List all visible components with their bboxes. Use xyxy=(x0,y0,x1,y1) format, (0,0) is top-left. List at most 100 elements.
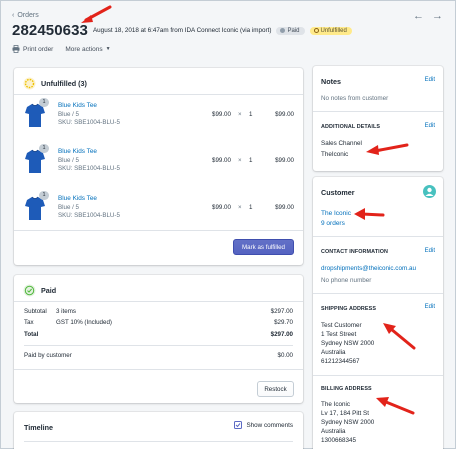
product-sku: SKU: SBE1004-BLU-5 xyxy=(58,119,120,126)
billing-address: The Iconic Lv 17, 184 Pitt St Sydney NSW… xyxy=(321,400,374,445)
previous-order-arrow-icon[interactable]: ← xyxy=(413,10,424,22)
printer-icon xyxy=(12,45,20,53)
quantity-badge: 1 xyxy=(39,144,49,153)
multiply-sign: × xyxy=(238,157,242,164)
unfulfilled-dot-icon xyxy=(313,28,319,33)
mark-as-fulfilled-button[interactable]: Mark as fulfilled xyxy=(233,239,294,255)
total-row: Total $297.00 xyxy=(24,331,293,340)
tax-label: Tax xyxy=(24,319,34,326)
divider xyxy=(14,301,303,302)
line-total: $99.00 xyxy=(275,204,294,211)
timeline-card: Timeline Show comments xyxy=(14,412,303,449)
show-comments-label: Show comments xyxy=(246,421,293,429)
multiply-sign: × xyxy=(238,111,242,118)
divider xyxy=(313,293,443,294)
paid-by-customer-row: Paid by customer $0.00 xyxy=(24,352,293,361)
unfulfilled-badge-label: Unfulfilled xyxy=(320,27,347,34)
unit-price: $99.00 xyxy=(212,204,231,211)
shipping-address-title: SHIPPING ADDRESS xyxy=(321,306,377,312)
product-variant: Blue / 5 xyxy=(58,204,79,211)
print-order-label: Print order xyxy=(23,45,54,53)
timeline-title: Timeline xyxy=(24,423,54,432)
sales-channel-label: Sales Channel xyxy=(321,140,362,147)
line-item: 1 Blue Kids Tee Blue / 5 SKU: SBE1004-BL… xyxy=(24,191,294,224)
product-link[interactable]: Blue Kids Tee xyxy=(58,148,97,155)
back-to-orders-link[interactable]: ‹ Orders xyxy=(12,12,39,19)
address-line: Sydney NSW 2000 xyxy=(321,340,375,347)
order-number: 282450633 xyxy=(12,22,88,39)
line-item: 1 Blue Kids Tee Blue / 5 SKU: SBE1004-BL… xyxy=(24,144,294,177)
line-item: 1 Blue Kids Tee Blue / 5 SKU: SBE1004-BL… xyxy=(24,98,294,131)
divider xyxy=(313,111,443,112)
check-circle-icon xyxy=(23,284,36,297)
customer-name-link[interactable]: The Iconic xyxy=(321,210,351,217)
billing-address-title: BILLING ADDRESS xyxy=(321,386,372,392)
print-order-button[interactable]: Print order xyxy=(12,45,53,53)
paid-badge-label: Paid xyxy=(287,27,300,34)
notes-edit-link[interactable]: Edit xyxy=(425,77,435,83)
multiply-sign: × xyxy=(238,204,242,211)
tax-description: GST 10% (Included) xyxy=(56,319,112,326)
paid-header: Paid xyxy=(23,284,56,297)
quantity-badge: 1 xyxy=(39,98,49,107)
unfulfilled-title: Unfulfilled (3) xyxy=(41,79,87,88)
paid-by-value: $0.00 xyxy=(277,352,293,359)
unfulfilled-card: Unfulfilled (3) 1 Blue Kids Tee Blue / 5… xyxy=(14,68,303,265)
address-line: 1300668345 xyxy=(321,437,357,444)
unit-price: $99.00 xyxy=(212,157,231,164)
shipping-edit-link[interactable]: Edit xyxy=(425,304,435,310)
restock-button[interactable]: Restock xyxy=(257,381,294,397)
item-quantity: 1 xyxy=(249,204,253,211)
order-title-row: 282450633 August 18, 2018 at 6:47am from… xyxy=(12,22,352,39)
divider xyxy=(14,230,303,231)
address-line: 1 Test Street xyxy=(321,331,357,338)
paid-badge: Paid xyxy=(276,26,305,35)
caret-down-icon: ▼ xyxy=(105,46,111,52)
tax-row: Tax GST 10% (Included) $29.70 xyxy=(24,319,293,328)
order-navigation: ← → xyxy=(413,10,443,22)
unfulfilled-badge: Unfulfilled xyxy=(309,26,352,35)
customer-email-link[interactable]: dropshipments@theiconic.com.au xyxy=(321,265,416,272)
address-line: Sydney NSW 2000 xyxy=(321,419,375,426)
order-actions: Print order More actions ▼ xyxy=(12,45,111,53)
paid-dot-icon xyxy=(280,28,286,33)
more-actions-label: More actions xyxy=(65,45,103,53)
shipping-address: Test Customer 1 Test Street Sydney NSW 2… xyxy=(321,321,374,366)
divider xyxy=(14,369,303,370)
more-actions-dropdown[interactable]: More actions ▼ xyxy=(65,46,110,53)
customer-avatar-icon xyxy=(423,185,436,198)
payment-card: Paid Subtotal 3 items $297.00 Tax GST 10… xyxy=(14,275,303,403)
subtotal-label: Subtotal xyxy=(24,308,47,315)
notes-card: Notes Edit No notes from customer ADDITI… xyxy=(313,66,443,171)
divider xyxy=(313,236,443,237)
divider xyxy=(313,375,443,376)
customer-title: Customer xyxy=(321,188,355,197)
additional-details-title: ADDITIONAL DETAILS xyxy=(321,124,381,130)
line-total: $99.00 xyxy=(275,157,294,164)
subtotal-row: Subtotal 3 items $297.00 xyxy=(24,308,293,317)
product-link[interactable]: Blue Kids Tee xyxy=(58,195,97,202)
item-quantity: 1 xyxy=(249,111,253,118)
customer-orders-link[interactable]: 9 orders xyxy=(321,220,345,227)
contact-information-title: CONTACT INFORMATION xyxy=(321,249,388,255)
divider xyxy=(24,441,293,442)
product-sku: SKU: SBE1004-BLU-5 xyxy=(58,165,120,172)
product-link[interactable]: Blue Kids Tee xyxy=(58,102,97,109)
order-meta: August 18, 2018 at 6:47am from IDA Conne… xyxy=(92,27,272,34)
customer-phone: No phone number xyxy=(321,277,372,284)
address-line: Lv 17, 184 Pitt St xyxy=(321,410,369,417)
sales-channel-value: TheIconic xyxy=(321,151,349,158)
product-variant: Blue / 5 xyxy=(58,157,79,164)
show-comments-toggle[interactable]: Show comments xyxy=(234,421,293,429)
customer-card: Customer The Iconic 9 orders CONTACT INF… xyxy=(313,177,443,449)
additional-details-edit-link[interactable]: Edit xyxy=(425,123,435,129)
notes-title: Notes xyxy=(321,77,341,86)
checkbox-checked-icon[interactable] xyxy=(234,421,243,429)
address-line: Australia xyxy=(321,428,346,435)
tax-value: $29.70 xyxy=(274,319,293,326)
contact-edit-link[interactable]: Edit xyxy=(425,248,435,254)
back-label: Orders xyxy=(17,12,39,19)
next-order-arrow-icon[interactable]: → xyxy=(432,10,443,22)
paid-title: Paid xyxy=(41,286,57,295)
unit-price: $99.00 xyxy=(212,111,231,118)
